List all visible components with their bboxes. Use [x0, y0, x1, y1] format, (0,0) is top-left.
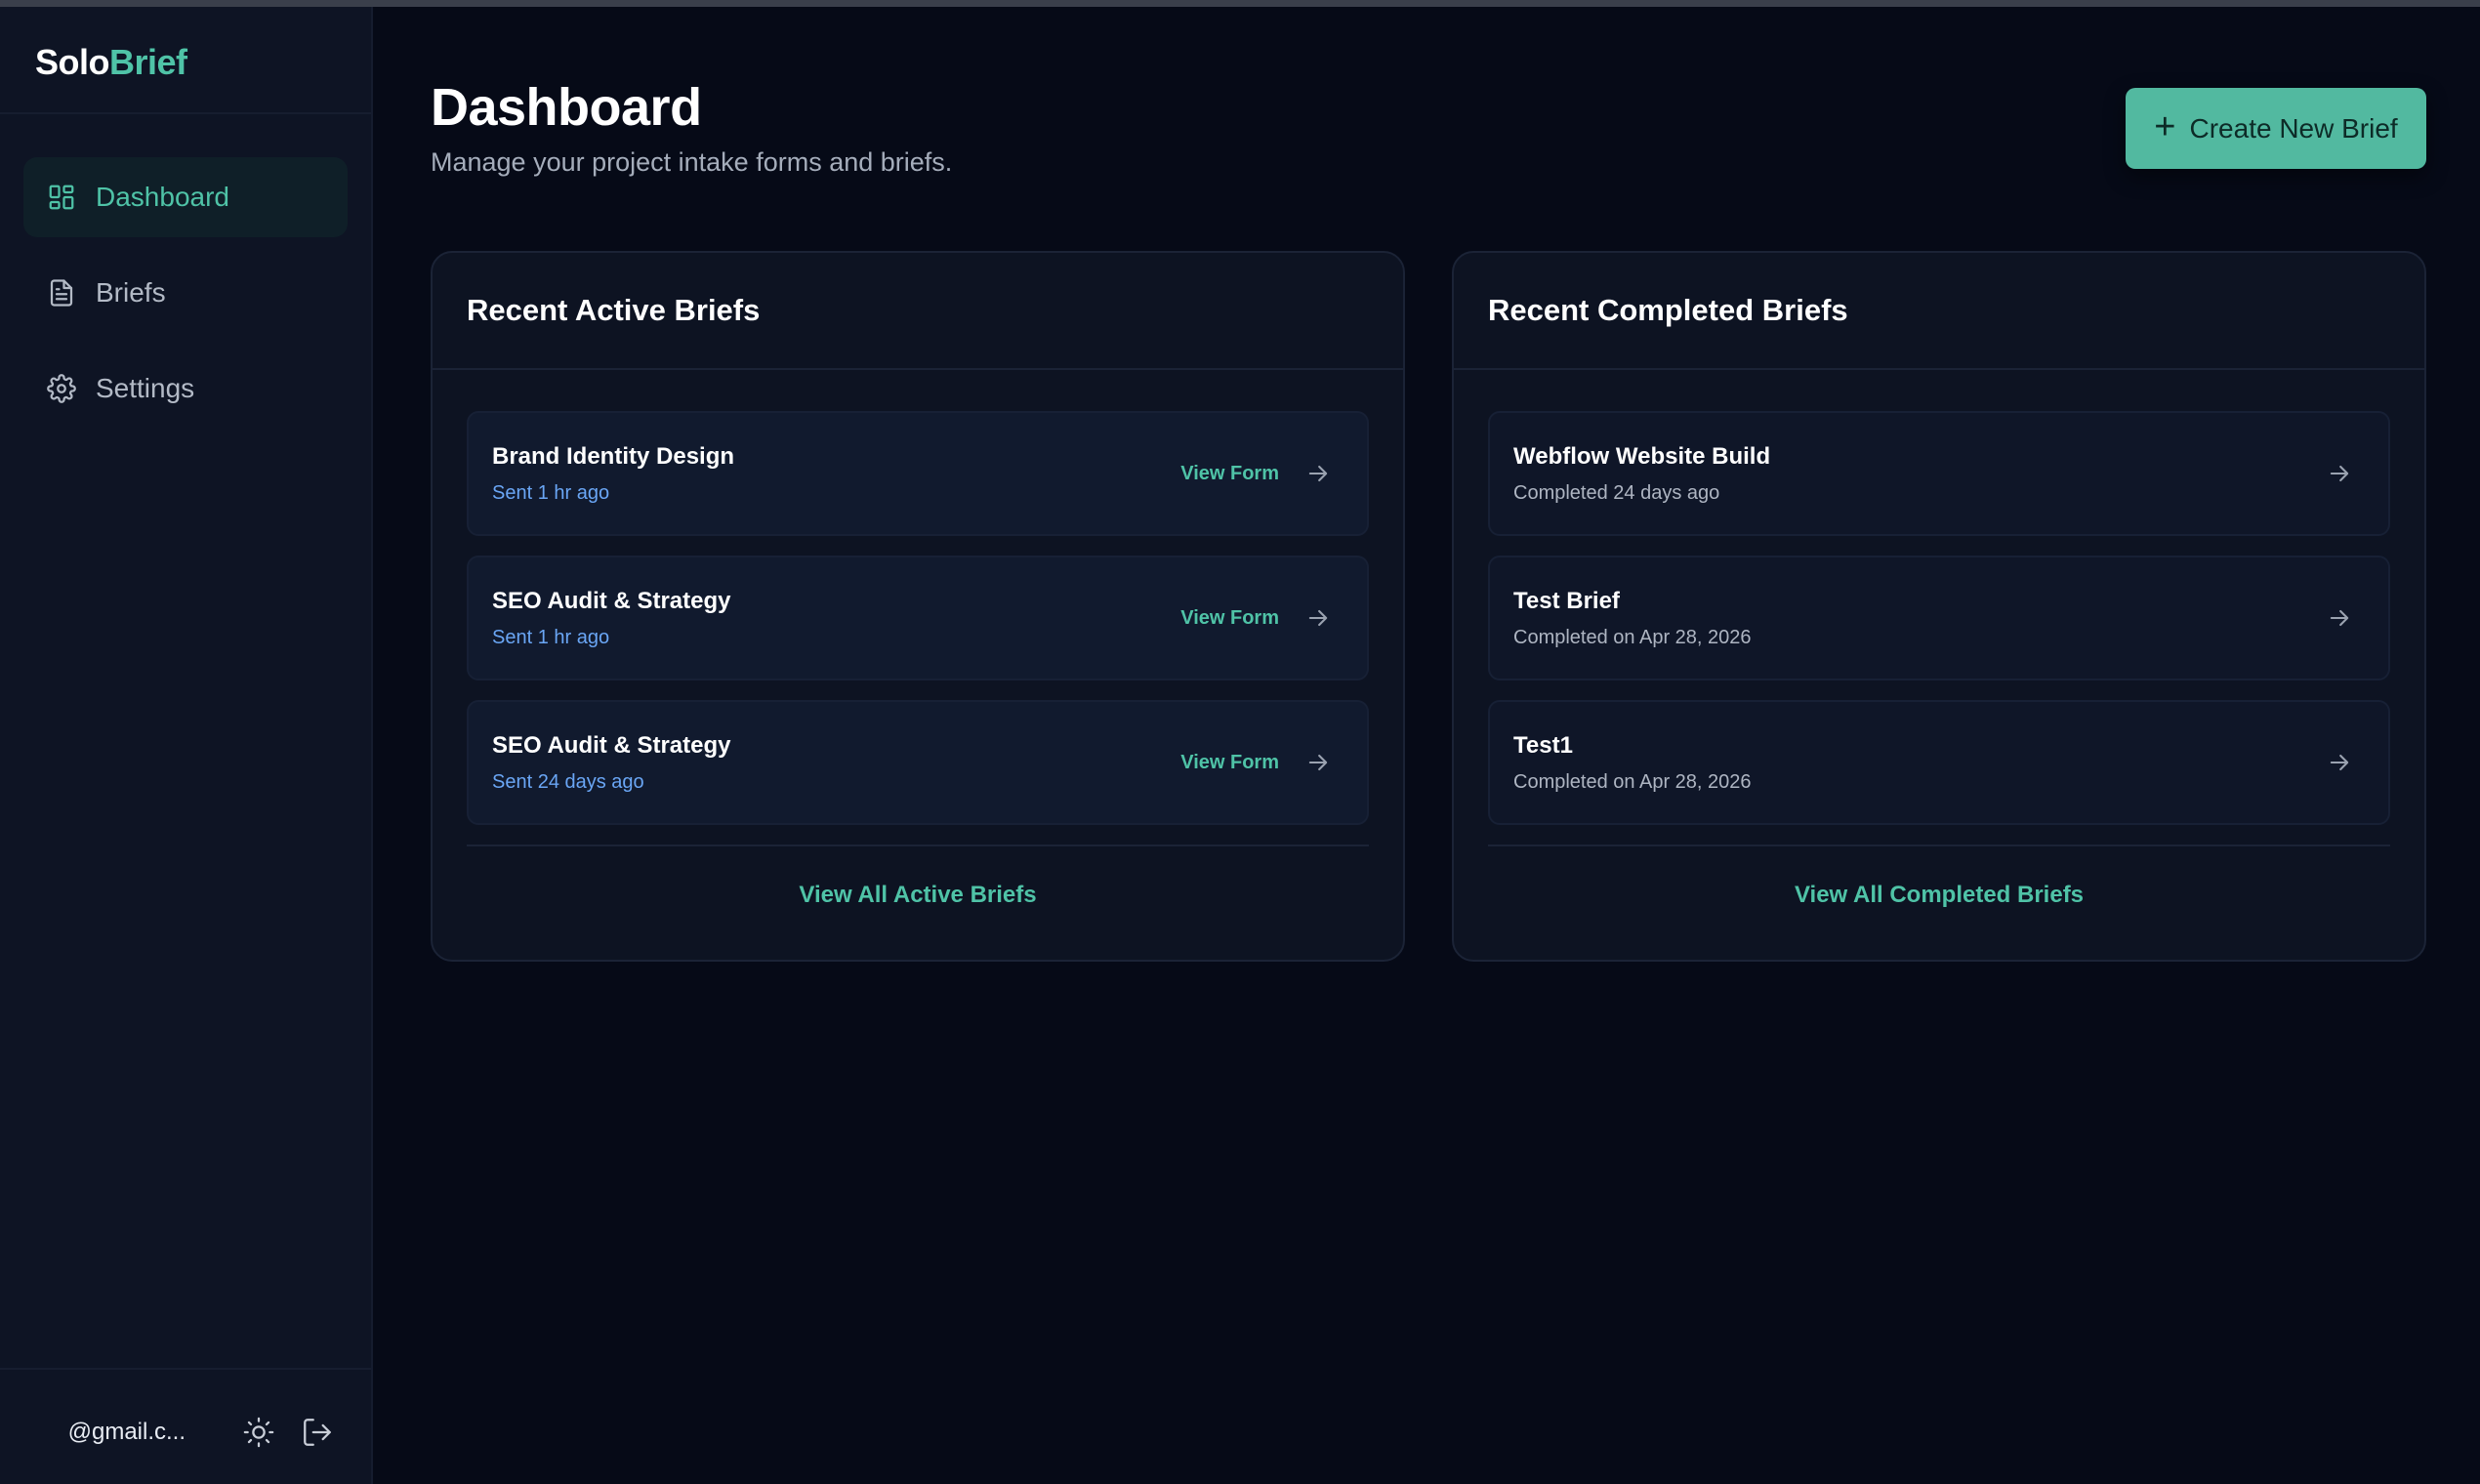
arrow-right-icon[interactable]	[1304, 749, 1332, 776]
user-email: @gmail.c...	[67, 1419, 186, 1445]
sidebar-nav: Dashboard Briefs Settings	[23, 157, 348, 444]
brief-completed-time: Completed on Apr 28, 2026	[1513, 626, 1752, 648]
logout-icon[interactable]	[299, 1414, 336, 1451]
sidebar-item-dashboard[interactable]: Dashboard	[23, 157, 348, 237]
theme-toggle-sun-icon[interactable]	[240, 1414, 277, 1451]
card-title: Recent Completed Briefs	[1454, 253, 2424, 370]
create-button-label: Create New Brief	[2189, 112, 2398, 144]
brief-sent-time: Sent 1 hr ago	[492, 626, 610, 648]
brief-name: Test Brief	[1513, 587, 1620, 614]
list-item[interactable]: SEO Audit & Strategy Sent 1 hr ago View …	[467, 556, 1369, 680]
view-all-active-briefs-link[interactable]: View All Active Briefs	[433, 882, 1403, 909]
sidebar-item-label: Settings	[96, 373, 195, 403]
gear-icon	[47, 374, 76, 403]
sidebar-item-label: Briefs	[96, 277, 166, 308]
view-form-link[interactable]: View Form	[1180, 752, 1279, 774]
file-text-icon	[47, 278, 76, 308]
list-item[interactable]: Webflow Website Build Completed 24 days …	[1488, 411, 2390, 536]
card-footer-divider	[467, 845, 1369, 846]
sidebar: SoloBrief Dashboard Briefs Settings @gma…	[0, 7, 373, 1484]
arrow-right-icon[interactable]	[2326, 460, 2353, 487]
brief-completed-time: Completed 24 days ago	[1513, 481, 1720, 504]
sidebar-footer-divider	[0, 1368, 371, 1370]
card-title: Recent Active Briefs	[433, 253, 1403, 370]
brief-name: Brand Identity Design	[492, 442, 735, 470]
view-form-link[interactable]: View Form	[1180, 607, 1279, 630]
user-footer: @gmail.c...	[0, 1401, 371, 1463]
list-item[interactable]: Test1 Completed on Apr 28, 2026	[1488, 700, 2390, 825]
brief-name: SEO Audit & Strategy	[492, 731, 731, 759]
view-all-completed-briefs-link[interactable]: View All Completed Briefs	[1454, 882, 2424, 909]
sidebar-item-briefs[interactable]: Briefs	[23, 253, 348, 333]
page-title: Dashboard	[431, 78, 702, 137]
sidebar-item-label: Dashboard	[96, 182, 229, 212]
sidebar-divider	[0, 112, 371, 114]
arrow-right-icon[interactable]	[2326, 749, 2353, 776]
brief-name: SEO Audit & Strategy	[492, 587, 731, 614]
app-logo[interactable]: SoloBrief	[35, 42, 187, 83]
window-top-border	[0, 0, 2480, 7]
arrow-right-icon[interactable]	[1304, 460, 1332, 487]
view-form-link[interactable]: View Form	[1180, 463, 1279, 485]
active-briefs-list: Brand Identity Design Sent 1 hr ago View…	[433, 370, 1403, 825]
page-subtitle: Manage your project intake forms and bri…	[431, 147, 953, 177]
brief-name: Test1	[1513, 731, 1573, 759]
logo-text-brief: Brief	[109, 42, 187, 82]
layout-grid-icon	[47, 183, 76, 212]
sidebar-item-settings[interactable]: Settings	[23, 349, 348, 429]
create-new-brief-button[interactable]: + Create New Brief	[2126, 88, 2426, 169]
arrow-right-icon[interactable]	[1304, 604, 1332, 632]
brief-sent-time: Sent 1 hr ago	[492, 481, 610, 504]
plus-icon: +	[2154, 105, 2176, 147]
recent-completed-briefs-card: Recent Completed Briefs Webflow Website …	[1452, 251, 2426, 962]
brief-completed-time: Completed on Apr 28, 2026	[1513, 770, 1752, 793]
main-content: Dashboard Manage your project intake for…	[373, 7, 2480, 1484]
list-item[interactable]: Test Brief Completed on Apr 28, 2026	[1488, 556, 2390, 680]
recent-active-briefs-card: Recent Active Briefs Brand Identity Desi…	[431, 251, 1405, 962]
arrow-right-icon[interactable]	[2326, 604, 2353, 632]
list-item[interactable]: Brand Identity Design Sent 1 hr ago View…	[467, 411, 1369, 536]
brief-name: Webflow Website Build	[1513, 442, 1771, 470]
logo-text-solo: Solo	[35, 42, 110, 82]
list-item[interactable]: SEO Audit & Strategy Sent 24 days ago Vi…	[467, 700, 1369, 825]
card-footer-divider	[1488, 845, 2390, 846]
completed-briefs-list: Webflow Website Build Completed 24 days …	[1454, 370, 2424, 825]
brief-sent-time: Sent 24 days ago	[492, 770, 644, 793]
